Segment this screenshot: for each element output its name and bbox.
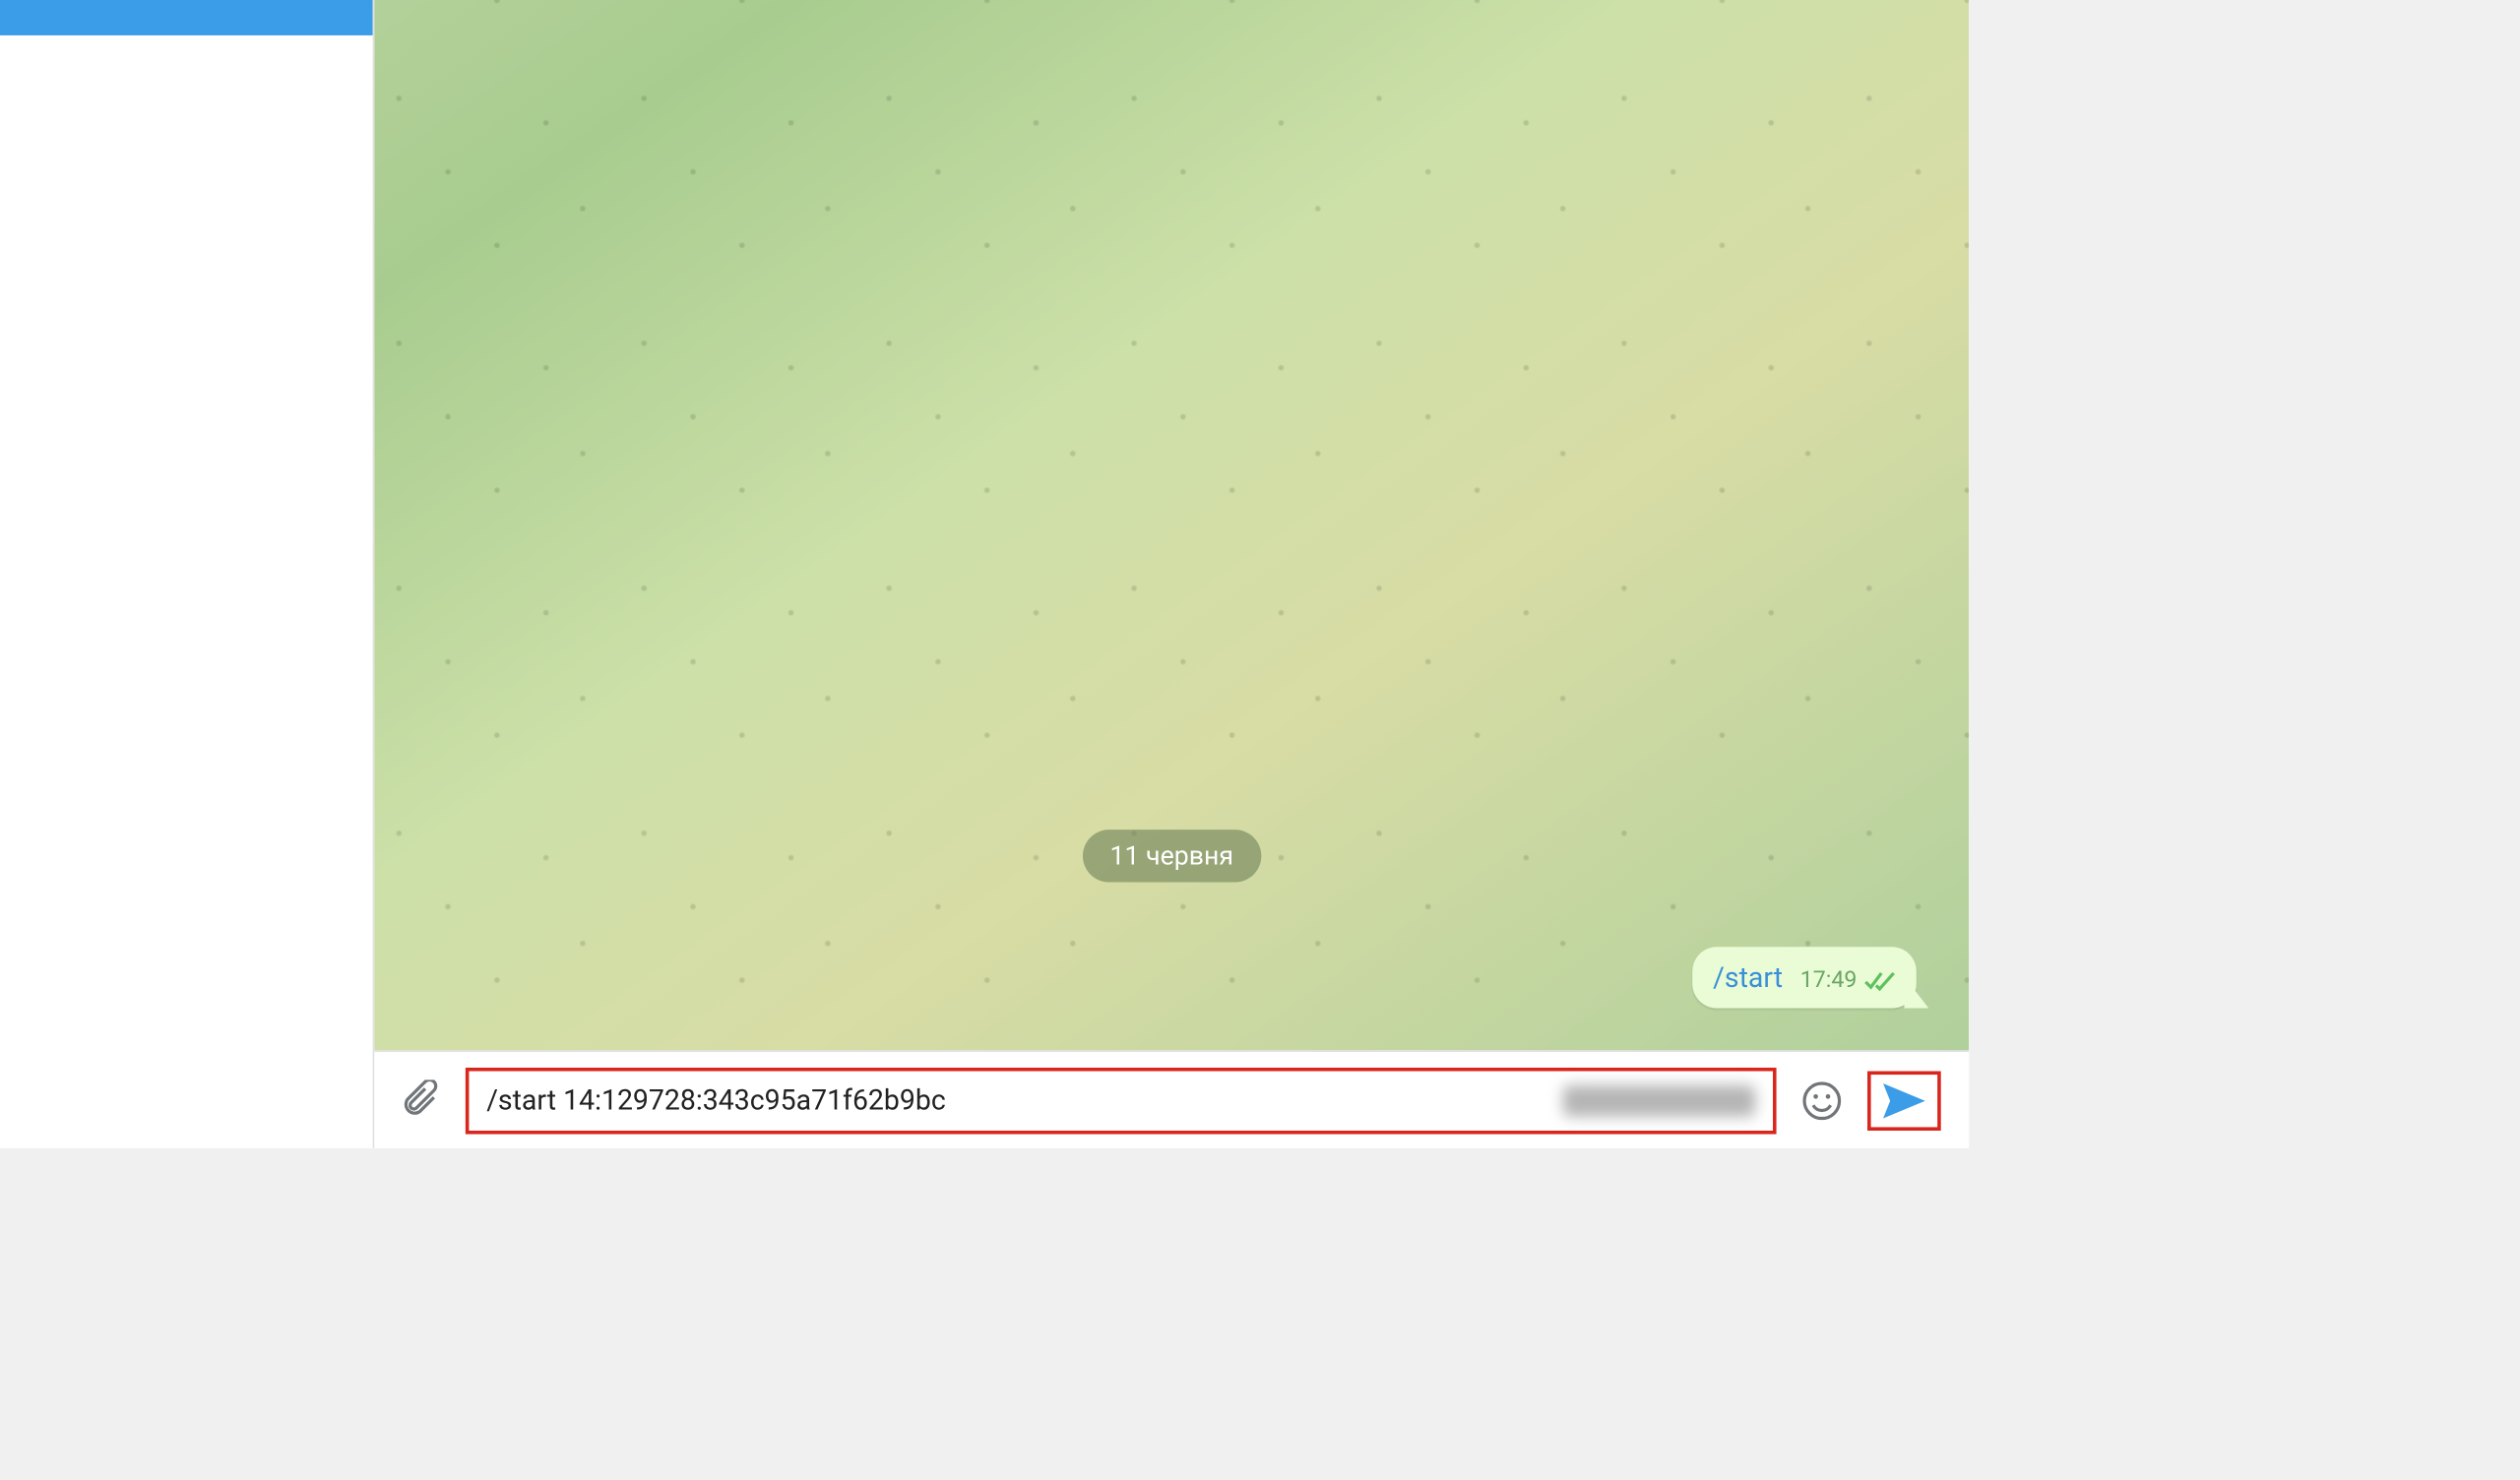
search-result-item[interactable]: ··· ····· ·····@········· <box>0 525 373 648</box>
redacted-text <box>1563 1084 1756 1116</box>
message-input[interactable] <box>486 1083 1562 1117</box>
search-result-item[interactable]: ··· ····· ·····@········· <box>0 157 373 279</box>
message-input-highlight <box>466 1067 1777 1134</box>
search-result-item[interactable]: ··· ····· ·····@········· <box>0 35 373 157</box>
search-result-item[interactable]: ··· ····· ·····@········· <box>0 893 373 1015</box>
sidebar: ✕ Результати глобального пошуку APIXDriv… <box>0 0 374 1148</box>
date-chip: 11 червня <box>1082 830 1261 882</box>
search-result-item[interactable]: ··· ····· ·····@········· <box>0 402 373 524</box>
message-bubble-outgoing[interactable]: /start 17:49 <box>1692 947 1917 1008</box>
result-subtitle: @apix_drive_bot <box>0 0 93 9</box>
emoji-icon[interactable] <box>1800 1079 1843 1122</box>
chat-background-pattern <box>374 0 1969 1050</box>
chat-panel: ApiX-Drive |Notifications| бот <box>374 0 1969 1148</box>
read-checks-icon <box>1863 970 1895 991</box>
search-result-item[interactable]: ··· ····· ·····@········· <box>0 648 373 770</box>
send-button[interactable] <box>1867 1071 1941 1130</box>
message-composer <box>374 1050 1969 1148</box>
search-result-item[interactable]: ··· ····· ·····@········· <box>0 1016 373 1138</box>
search-result-item[interactable]: APIXDrive ApiX-Drive |Notifications| @ap… <box>0 0 373 35</box>
message-time: 17:49 <box>1800 968 1858 995</box>
attach-icon[interactable] <box>403 1079 441 1122</box>
chat-messages-area[interactable]: 11 червня /start 17:49 <box>374 0 1969 1050</box>
search-results-list: APIXDrive ApiX-Drive |Notifications| @ap… <box>0 0 373 1148</box>
search-result-item[interactable]: ··· ····· ·····@········· <box>0 280 373 402</box>
search-result-item[interactable]: ··· ····· ·····@········· <box>0 771 373 893</box>
message-text: /start <box>1713 961 1783 995</box>
